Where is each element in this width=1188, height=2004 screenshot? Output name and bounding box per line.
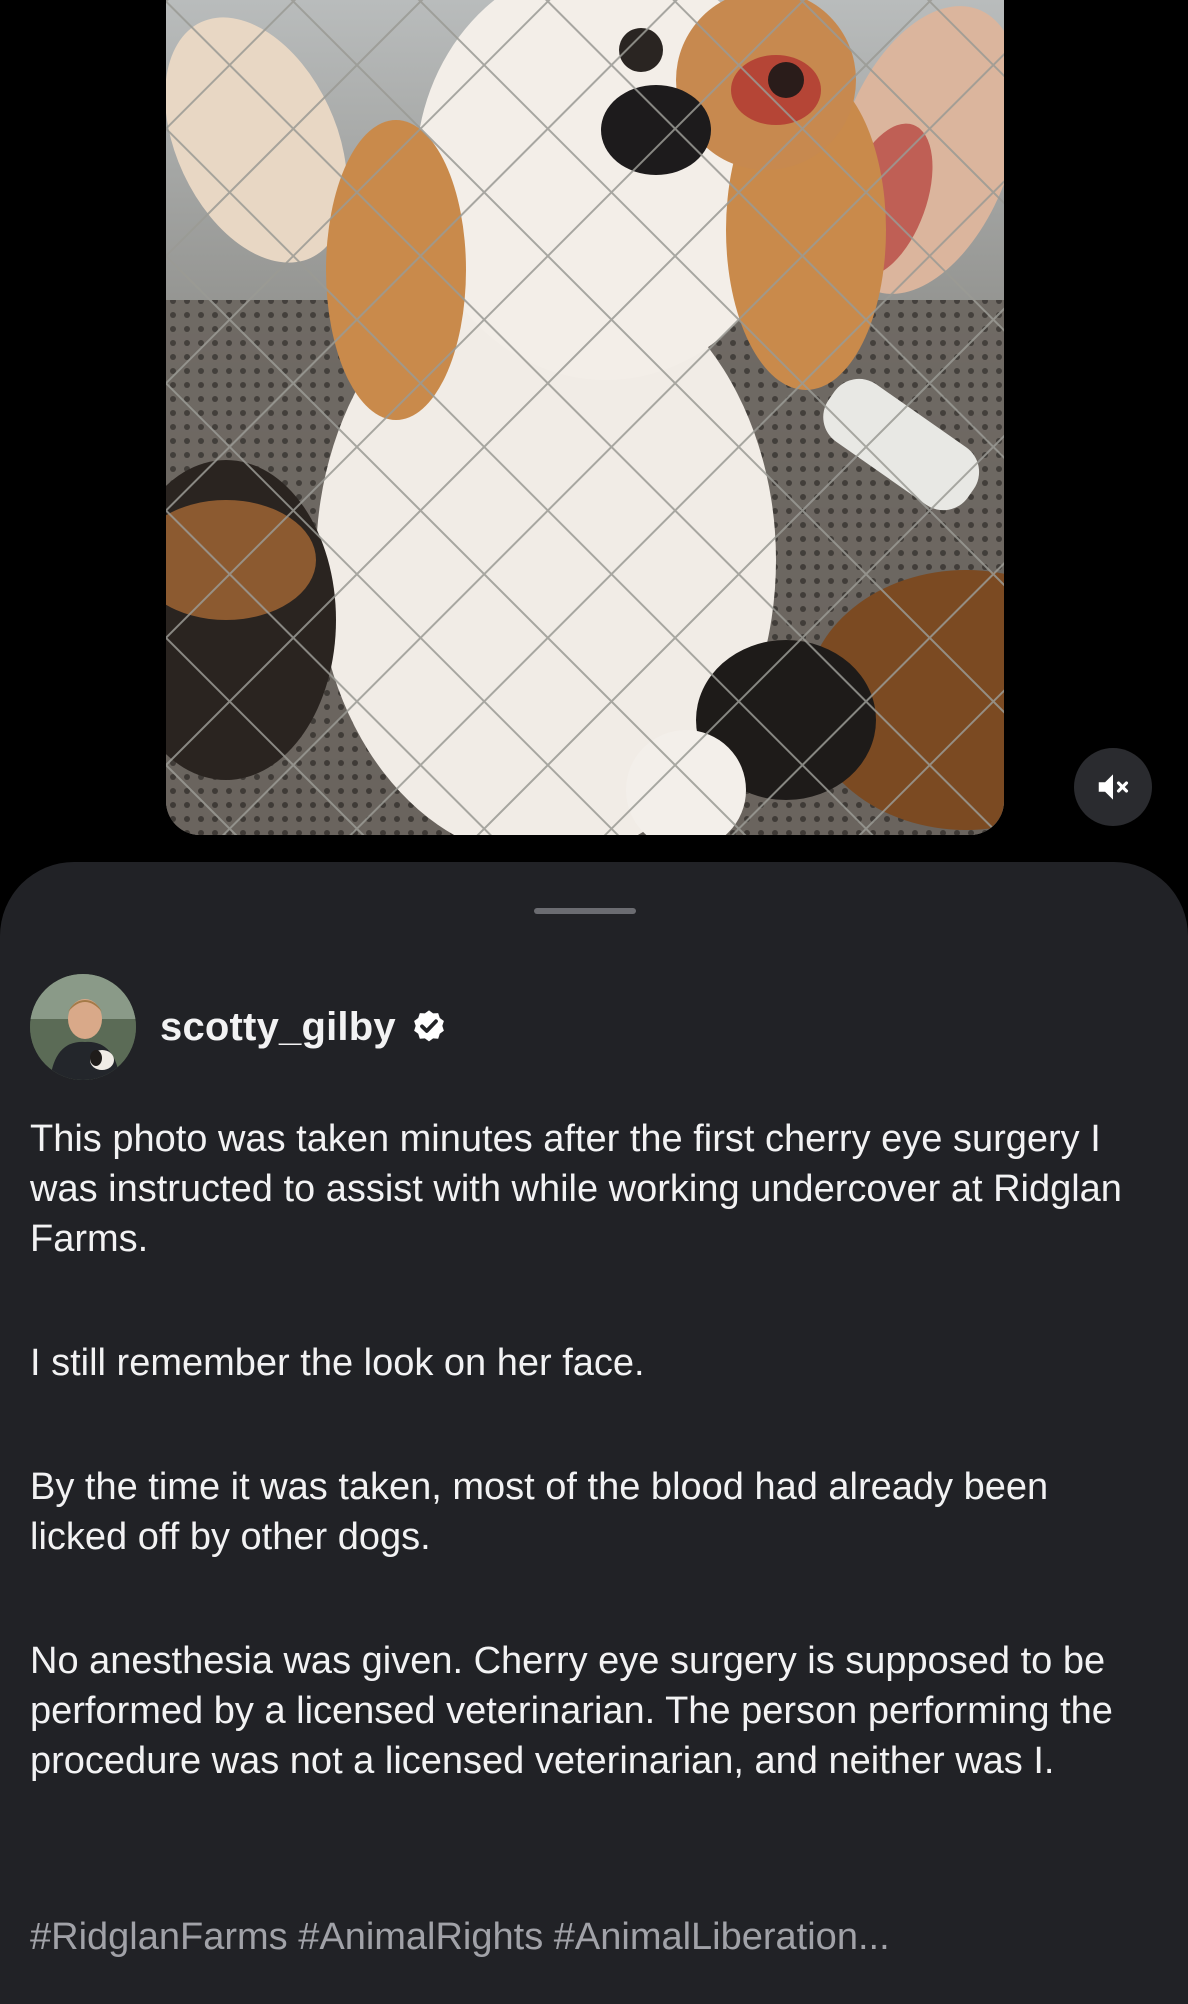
- caption-paragraph-3: By the time it was taken, most of the bl…: [30, 1466, 1049, 1558]
- post-video[interactable]: [166, 0, 1004, 835]
- username[interactable]: scotty_gilby: [160, 1005, 396, 1050]
- avatar[interactable]: [30, 974, 136, 1080]
- post-author[interactable]: scotty_gilby: [30, 974, 448, 1080]
- avatar-image: [30, 974, 136, 1080]
- hashtags[interactable]: #RidglanFarms #AnimalRights #AnimalLiber…: [30, 1912, 1150, 1962]
- caption-paragraph-4: No anesthesia was given. Cherry eye surg…: [30, 1640, 1113, 1782]
- post-caption: This photo was taken minutes after the f…: [30, 1114, 1150, 1786]
- caption-paragraph-2: I still remember the look on her face.: [30, 1342, 645, 1384]
- caption-paragraph-1: This photo was taken minutes after the f…: [30, 1118, 1122, 1260]
- verified-badge-icon: [410, 1008, 448, 1046]
- dog-photo: [166, 0, 1004, 835]
- sheet-grabber[interactable]: [534, 908, 636, 914]
- screen: scotty_gilby This photo was taken minute…: [0, 0, 1188, 2004]
- mute-button[interactable]: [1074, 748, 1152, 826]
- speaker-muted-icon: [1098, 774, 1129, 800]
- caption-sheet[interactable]: scotty_gilby This photo was taken minute…: [0, 862, 1188, 2004]
